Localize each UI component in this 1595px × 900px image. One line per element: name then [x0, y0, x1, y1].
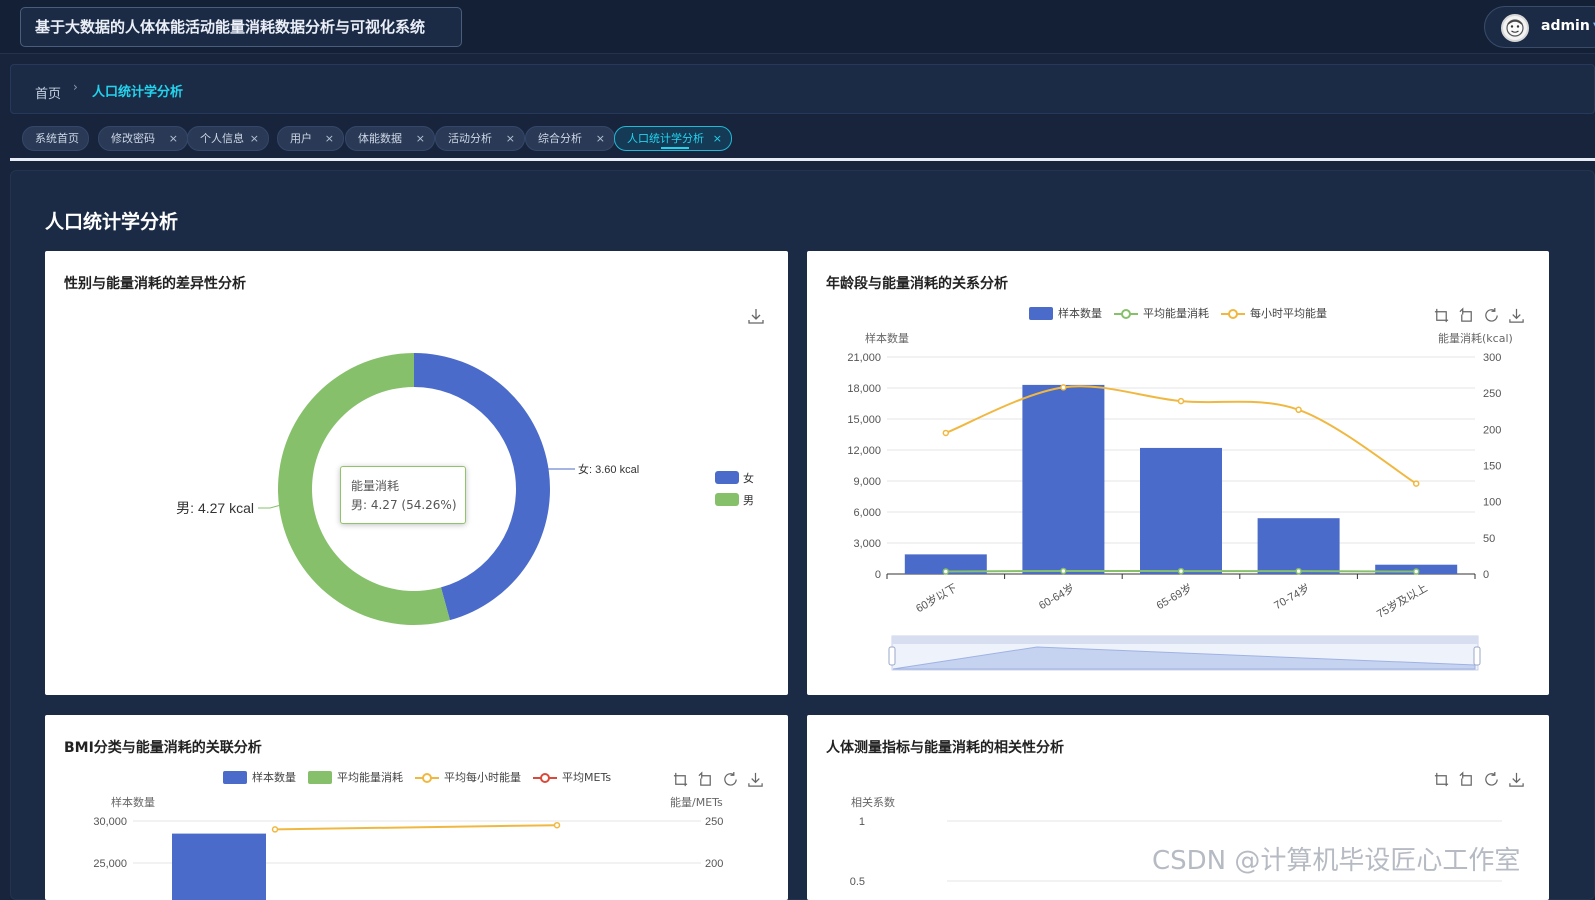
close-icon[interactable]: × [325, 127, 334, 150]
x-tick-label: 65-69岁 [1154, 580, 1195, 612]
app-title: 基于大数据的人体体能活动能量消耗数据分析与可视化系统 [20, 7, 462, 47]
legend-label-male[interactable]: 男 [743, 495, 754, 507]
y-right-tick-label: 50 [1483, 533, 1495, 545]
tab-fitness-data[interactable]: 体能数据 × [345, 126, 435, 151]
user-menu[interactable]: admin ▼ [1484, 6, 1595, 48]
age-combo-chart: 21,000 18,000 15,000 12,000 9,000 6,000 3,000 0… [847, 352, 1501, 671]
point-hourly-energy[interactable] [1060, 384, 1067, 391]
legend-swatch-male[interactable] [715, 493, 739, 506]
legend-swatch-female[interactable] [715, 471, 739, 484]
y-right-tick-label: 200 [1483, 424, 1501, 436]
y-right-tick-label: 0 [1483, 569, 1489, 581]
y-left-tick-label: 0 [875, 569, 881, 581]
tooltip-title: 能量消耗 [351, 479, 400, 493]
y-left-tick-label: 30,000 [93, 816, 127, 828]
tab-label: 活动分析 [448, 132, 492, 145]
close-icon[interactable]: × [250, 127, 259, 150]
tab-label: 系统首页 [35, 132, 79, 145]
y-right-tick-label: 300 [1483, 352, 1501, 364]
tabs-bar: 系统首页 修改密码 × 个人信息 × 用户 × 体能数据 × 活动分析 × 综合… [10, 120, 1595, 160]
breadcrumb-home[interactable]: 首页 [35, 83, 61, 102]
close-icon[interactable]: × [713, 127, 722, 150]
tab-label: 个人信息 [200, 132, 244, 145]
username: admin [1541, 18, 1590, 34]
age-energy-card: 年龄段与能量消耗的关系分析 样本数量 平均能量消耗 每小时平均能量 样本数量 能… [807, 251, 1549, 695]
y-tick-label: 1 [859, 816, 865, 828]
point-hourly-energy[interactable] [1295, 406, 1302, 414]
y-right-tick-label: 250 [1483, 388, 1501, 400]
active-tab-indicator [661, 147, 689, 149]
y-left-tick-label: 12,000 [847, 445, 881, 457]
y-right-tick-label: 150 [1483, 461, 1501, 473]
close-icon[interactable]: × [416, 127, 425, 150]
point-hourly-energy[interactable] [553, 821, 561, 829]
y-left-tick-label: 9,000 [853, 476, 881, 488]
y-left-tick-label: 15,000 [847, 414, 881, 426]
y-left-tick-label: 25,000 [93, 858, 127, 870]
tab-label: 人口统计学分析 [627, 132, 704, 145]
tab-demographics[interactable]: 人口统计学分析 × [614, 126, 732, 151]
point-avg-energy[interactable] [942, 568, 950, 575]
slice-label-female: 女: 3.60 kcal [578, 462, 639, 476]
tab-label: 体能数据 [358, 132, 402, 145]
point-hourly-energy[interactable] [1412, 480, 1420, 487]
tab-label: 修改密码 [111, 132, 155, 145]
close-icon[interactable]: × [506, 127, 515, 150]
point-hourly-energy[interactable] [942, 429, 950, 437]
chart-tooltip: 能量消耗 男: 4.27 (54.26%) [340, 466, 466, 524]
chevron-right-icon: › [73, 80, 78, 94]
top-bar: 基于大数据的人体体能活动能量消耗数据分析与可视化系统 admin ▼ [0, 0, 1595, 54]
page-title: 人口统计学分析 [45, 211, 179, 233]
bmi-energy-card: BMI分类与能量消耗的关联分析 样本数量 平均能量消耗 平均每小时能量 平均ME… [45, 715, 788, 900]
bar-sample-count[interactable] [172, 833, 266, 900]
y-right-tick-label: 100 [1483, 497, 1501, 509]
avatar-face-icon [1506, 19, 1524, 37]
point-hourly-energy[interactable] [1177, 397, 1185, 405]
point-avg-energy[interactable] [1295, 567, 1302, 575]
bar-sample-count[interactable] [1140, 447, 1222, 574]
point-avg-energy[interactable] [1177, 567, 1185, 575]
label-leader-male [258, 504, 282, 509]
watermark: CSDN @计算机毕设匠心工作室 [1152, 846, 1521, 876]
avatar[interactable] [1501, 14, 1529, 42]
point-avg-energy[interactable] [1060, 567, 1067, 575]
y-right-tick-label: 200 [705, 858, 723, 870]
tab-activity-analysis[interactable]: 活动分析 × [435, 126, 525, 151]
point-hourly-energy[interactable] [271, 826, 279, 833]
tab-profile[interactable]: 个人信息 × [187, 126, 269, 151]
breadcrumb-current: 人口统计学分析 [92, 85, 184, 100]
y-left-tick-label: 6,000 [853, 507, 881, 519]
tab-label: 综合分析 [538, 132, 582, 145]
datazoom-handle-left[interactable] [888, 646, 896, 666]
datazoom-top-bar [892, 636, 1478, 644]
legend-label-female[interactable]: 女 [743, 471, 754, 485]
y-left-tick-label: 3,000 [853, 538, 881, 550]
x-tick-label: 75岁及以上 [1374, 580, 1430, 620]
tab-overall-analysis[interactable]: 综合分析 × [525, 126, 615, 151]
datazoom-handle-right[interactable] [1473, 646, 1481, 666]
tabs-divider [10, 158, 1595, 161]
line-hourly-energy [274, 824, 558, 831]
breadcrumb: 首页 › 人口统计学分析 [10, 64, 1595, 114]
y-right-tick-label: 250 [705, 816, 723, 828]
tab-home[interactable]: 系统首页 [22, 126, 89, 151]
tooltip-value: 男: 4.27 (54.26%) [351, 498, 457, 512]
y-left-tick-label: 21,000 [847, 352, 881, 364]
y-left-tick-label: 18,000 [847, 383, 881, 395]
x-tick-label: 70-74岁 [1271, 580, 1312, 612]
close-icon[interactable]: × [169, 127, 178, 150]
tab-users[interactable]: 用户 × [277, 126, 344, 151]
bar-sample-count[interactable] [1257, 518, 1340, 574]
bmi-combo-chart: 30,000 250 25,000 200 [93, 816, 723, 900]
bar-sample-count[interactable] [1022, 384, 1105, 574]
tab-label: 用户 [290, 132, 312, 145]
tab-change-password[interactable]: 修改密码 × [98, 126, 188, 151]
point-avg-energy[interactable] [1412, 568, 1420, 575]
close-icon[interactable]: × [596, 127, 605, 150]
slice-label-male: 男: 4.27 kcal [176, 500, 254, 516]
y-tick-label: 0.5 [850, 876, 865, 888]
x-tick-label: 60岁以下 [913, 580, 959, 615]
x-tick-label: 60-64岁 [1036, 580, 1077, 612]
